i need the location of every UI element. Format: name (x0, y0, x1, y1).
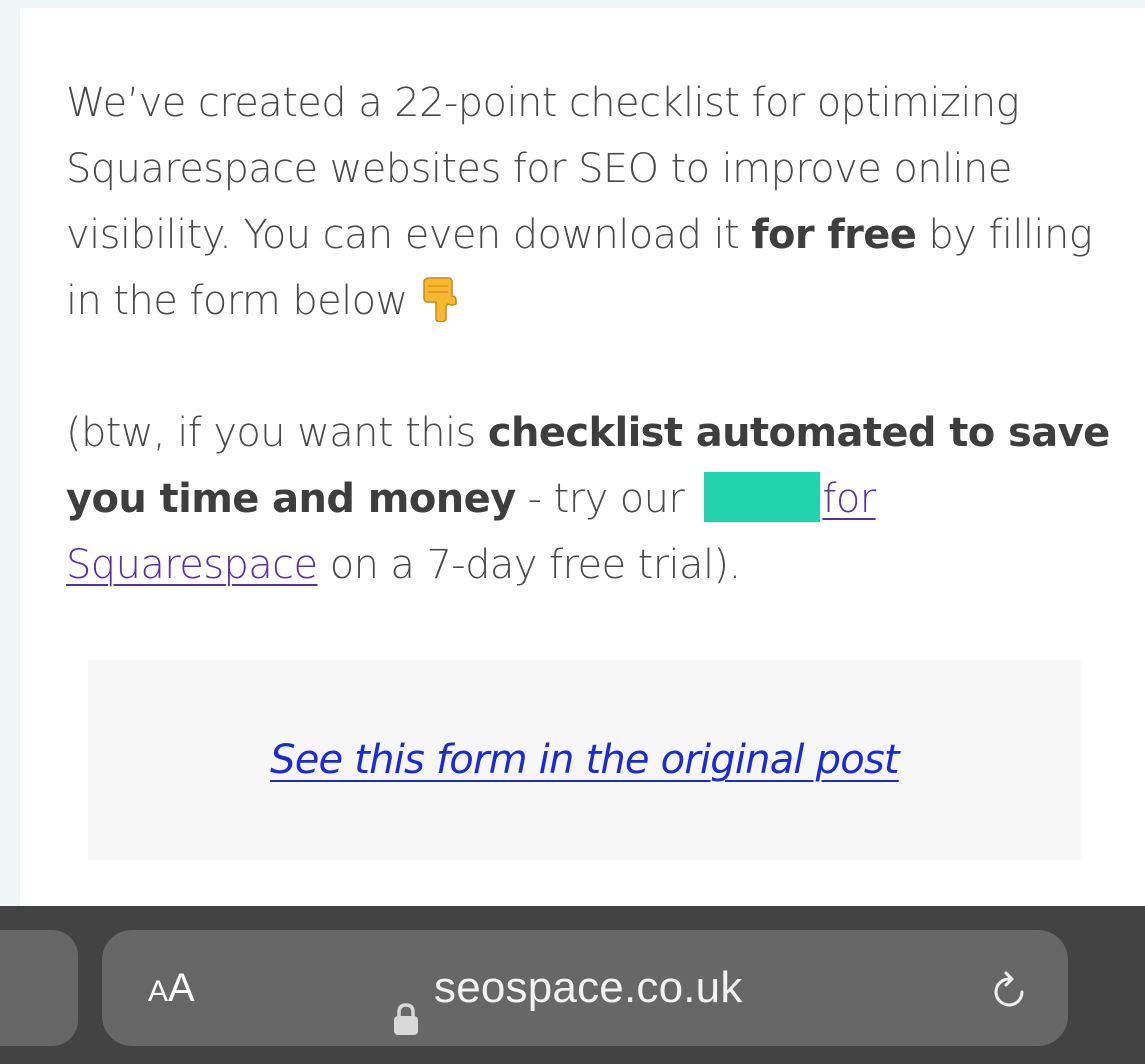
product-link-text-part2: Squarespace (66, 542, 318, 588)
redaction-block (704, 472, 821, 522)
lock-icon (392, 973, 420, 1035)
url-text: seospace.co.uk (434, 963, 743, 1012)
promo-text-start: (btw, if you want this (66, 410, 488, 456)
promo-paragraph: (btw, if you want this checklist automat… (66, 400, 1126, 598)
url-display[interactable]: seospace.co.uk (392, 930, 743, 1046)
intro-bold-text: for free (751, 212, 917, 258)
address-bar[interactable]: AA seospace.co.uk (102, 930, 1068, 1046)
text-size-small-a: A (148, 975, 169, 1008)
text-size-large-a: A (168, 966, 195, 1010)
promo-text-middle: - try our (515, 476, 697, 522)
previous-tab-edge[interactable] (0, 930, 78, 1046)
web-page: We’ve created a 22-point checklist for o… (20, 8, 1145, 906)
form-placeholder-box: See this form in the original post (88, 660, 1081, 860)
see-form-link[interactable]: See this form in the original post (270, 737, 899, 783)
backhand-index-pointing-down-icon (418, 276, 462, 323)
intro-paragraph: We’ve created a 22-point checklist for o… (66, 70, 1126, 334)
text-size-button[interactable]: AA (148, 930, 195, 1046)
reload-icon[interactable] (988, 968, 1032, 1012)
article-body: We’ve created a 22-point checklist for o… (66, 70, 1126, 598)
browser-toolbar: AA seospace.co.uk (0, 906, 1145, 1064)
product-link-text-part1: for (822, 476, 876, 522)
promo-text-end: on a 7-day free trial). (317, 542, 742, 588)
